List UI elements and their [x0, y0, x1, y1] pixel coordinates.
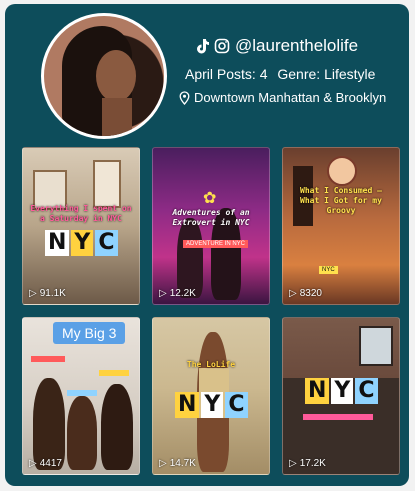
view-count: ▷ 91.1K [29, 288, 66, 299]
label-sticker [31, 356, 65, 362]
video-tile[interactable]: My Big 3 ▷ 4417 [22, 317, 140, 475]
view-count-value: 8320 [299, 288, 322, 299]
wall-frame [93, 160, 121, 208]
label-sticker [67, 390, 97, 396]
nyc-letter: C [95, 230, 118, 256]
location-text: Downtown Manhattan & Brooklyn [194, 90, 387, 105]
video-caption: Everything I spent on a Saturday in NYC [30, 204, 132, 223]
april-posts: April Posts: 4 [185, 66, 268, 82]
nyc-letters: N Y C [305, 378, 378, 404]
nyc-letter: N [175, 392, 200, 418]
play-icon: ▷ [29, 288, 37, 299]
nyc-letters: N Y C [45, 230, 118, 256]
window [359, 326, 393, 366]
nyc-letter: Y [71, 230, 94, 256]
video-tile[interactable]: Adventures of an Extrovert in NYC ✿ ADVE… [152, 147, 270, 305]
nyc-letter: C [225, 392, 248, 418]
creator-card: @laurenthelolife April Posts: 4 Genre: L… [5, 4, 409, 486]
view-count-value: 17.2K [299, 458, 326, 469]
person-figure [177, 218, 203, 298]
profile-stats: April Posts: 4 Genre: Lifestyle [185, 66, 405, 82]
view-count-value: 91.1K [39, 288, 66, 299]
avatar[interactable] [41, 13, 167, 139]
caption-sticker [303, 414, 373, 420]
video-tile[interactable]: What I Consumed — What I Got for my Groo… [282, 147, 400, 305]
person-figure [67, 396, 97, 470]
nyc-letters: N Y C [175, 392, 248, 418]
person-figure [101, 384, 133, 470]
video-sticker: ADVENTURE IN NYC [183, 240, 249, 248]
video-tile[interactable]: Everything I spent on a Saturday in NYC … [22, 147, 140, 305]
tiktok-icon [195, 38, 209, 54]
play-icon: ▷ [289, 458, 297, 469]
video-caption: The LoLife [186, 360, 236, 369]
flower-icon: ✿ [203, 190, 217, 207]
instagram-icon [214, 38, 230, 54]
view-count: ▷ 14.7K [159, 458, 196, 469]
view-count: ▷ 8320 [289, 288, 322, 299]
nyc-letter: Y [331, 378, 354, 404]
nyc-letter: Y [201, 392, 224, 418]
play-icon: ▷ [159, 458, 167, 469]
play-icon: ▷ [159, 288, 167, 299]
view-count: ▷ 17.2K [289, 458, 326, 469]
location-pin-icon [179, 90, 190, 105]
profile-info: @laurenthelolife April Posts: 4 Genre: L… [175, 36, 405, 105]
video-caption: What I Consumed — What I Got for my Groo… [300, 186, 382, 215]
video-tile[interactable]: N Y C ▷ 17.2K [282, 317, 400, 475]
nyc-letter: N [45, 230, 70, 256]
view-count-value: 14.7K [169, 458, 196, 469]
nyc-letter: C [355, 378, 378, 404]
location-row: Downtown Manhattan & Brooklyn [179, 90, 405, 105]
play-icon: ▷ [29, 458, 37, 469]
nyc-letter: N [305, 378, 330, 404]
view-count: ▷ 12.2K [159, 288, 196, 299]
video-sticker: NYC [319, 266, 338, 274]
video-caption: Adventures of an Extrovert in NYC [172, 208, 250, 227]
avatar-neck [102, 98, 132, 136]
handle-row[interactable]: @laurenthelolife [195, 36, 405, 56]
person-figure [33, 378, 65, 470]
my-big-3-badge: My Big 3 [53, 322, 126, 344]
view-count: ▷ 4417 [29, 458, 62, 469]
profile-handle[interactable]: @laurenthelolife [235, 36, 358, 56]
video-tile[interactable]: The LoLife N Y C ▷ 14.7K [152, 317, 270, 475]
view-count-value: 12.2K [169, 288, 196, 299]
label-sticker [99, 370, 129, 376]
play-icon: ▷ [289, 288, 297, 299]
wall-mirror [327, 156, 357, 186]
view-count-value: 4417 [39, 458, 62, 469]
genre: Genre: Lifestyle [277, 66, 376, 82]
avatar-face [96, 50, 136, 102]
